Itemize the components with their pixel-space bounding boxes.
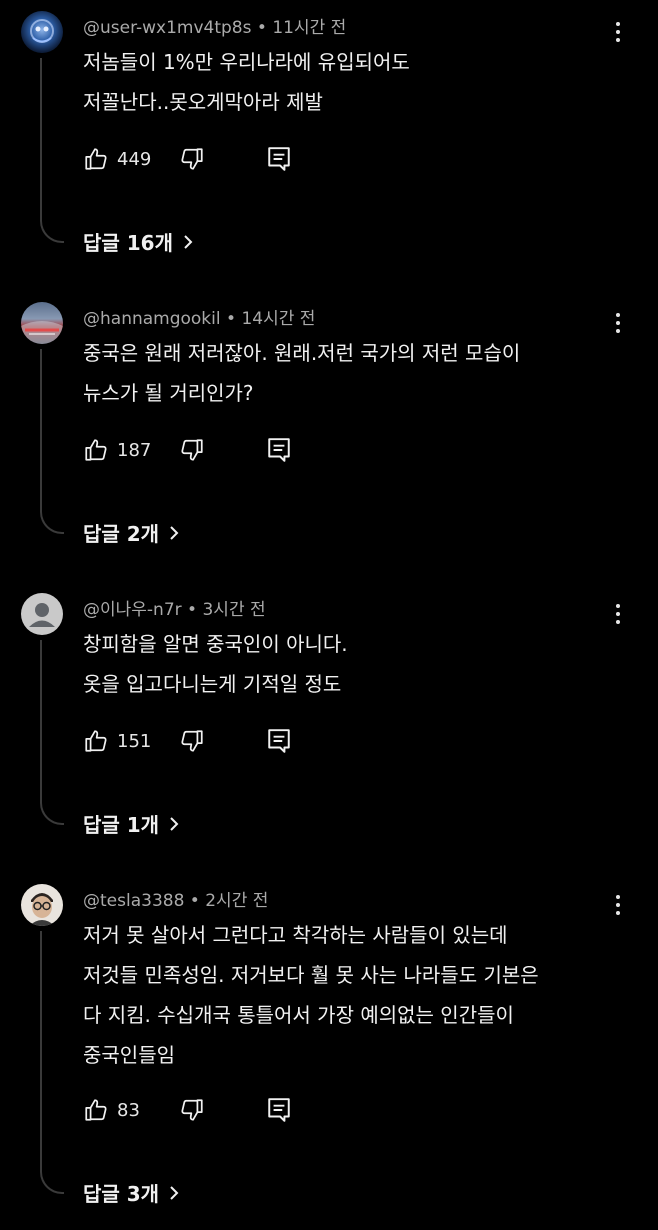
chevron-right-icon xyxy=(184,234,193,249)
separator: • xyxy=(184,891,206,911)
view-replies-button[interactable]: 답글 3개 xyxy=(83,1178,179,1207)
like-button[interactable]: 449 xyxy=(83,144,151,174)
like-button[interactable]: 83 xyxy=(83,1095,140,1125)
thumbs-down-icon xyxy=(181,148,203,170)
chevron-right-icon xyxy=(170,816,179,831)
thumbs-down-icon xyxy=(181,730,203,752)
comment-time: 11시간 전 xyxy=(272,18,347,38)
avatar[interactable] xyxy=(21,11,63,53)
comment-meta: @tesla3388 • 2시간 전 xyxy=(83,886,268,911)
blue-orb-avatar-icon xyxy=(30,19,54,43)
comment-time: 2시간 전 xyxy=(205,891,269,911)
comment-actions: 151 xyxy=(83,726,333,756)
reply-comment-icon xyxy=(268,1098,290,1122)
comment-text: 창피함을 알면 중국인이 아니다. 옷을 입고다니는게 기적일 정도 xyxy=(83,632,348,696)
thumbs-up-icon xyxy=(85,730,107,752)
like-count: 187 xyxy=(117,439,152,461)
comment-meta: @user-wx1mv4tp8s • 11시간 전 xyxy=(83,13,346,38)
view-replies-button[interactable]: 답글 16개 xyxy=(83,227,193,256)
separator: • xyxy=(220,309,242,329)
comment-text: 저거 못 살아서 그런다고 착각하는 사람들이 있는데 저것들 민족성임. 저거… xyxy=(83,923,539,1067)
reply-comment-icon xyxy=(268,438,290,462)
avatar[interactable] xyxy=(21,593,63,635)
comment-author[interactable]: @tesla3388 xyxy=(83,891,184,911)
reply-button[interactable] xyxy=(267,726,291,756)
thread-line xyxy=(40,349,64,534)
comment-text: 중국은 원래 저러잖아. 원래.저런 국가의 저런 모습이 뉴스가 될 거리인가… xyxy=(83,341,521,405)
dislike-button[interactable] xyxy=(179,726,205,756)
reply-button[interactable] xyxy=(267,1095,291,1125)
like-button[interactable]: 187 xyxy=(83,435,151,465)
replies-label: 답글 2개 xyxy=(83,522,160,546)
dislike-button[interactable] xyxy=(179,435,205,465)
comment-1: @user-wx1mv4tp8s • 11시간 전 저놈들이 1%만 우리나라에… xyxy=(0,0,658,291)
thread-line xyxy=(40,640,64,825)
comment-author[interactable]: @이나우-n7r xyxy=(83,600,182,620)
comment-actions: 83 xyxy=(83,1095,333,1125)
comment-actions: 187 xyxy=(83,435,333,465)
default-person-avatar-icon xyxy=(29,603,55,627)
thumbs-up-icon xyxy=(85,148,107,170)
view-replies-button[interactable]: 답글 2개 xyxy=(83,518,179,547)
comment-meta: @hannamgookil • 14시간 전 xyxy=(83,304,315,329)
more-options-button[interactable] xyxy=(606,308,630,338)
replies-label: 답글 16개 xyxy=(83,231,173,255)
separator: • xyxy=(251,18,273,38)
chevron-right-icon xyxy=(170,1185,179,1200)
like-button[interactable]: 151 xyxy=(83,726,151,756)
reply-button[interactable] xyxy=(267,144,291,174)
replies-label: 답글 1개 xyxy=(83,813,160,837)
more-options-button[interactable] xyxy=(606,890,630,920)
comment-text: 저놈들이 1%만 우리나라에 유입되어도 저꼴난다..못오게막아라 제발 xyxy=(83,50,410,114)
more-options-button[interactable] xyxy=(606,599,630,629)
like-count: 449 xyxy=(117,148,152,170)
replies-label: 답글 3개 xyxy=(83,1182,160,1206)
comment-time: 14시간 전 xyxy=(241,309,316,329)
reply-comment-icon xyxy=(268,147,290,171)
separator: • xyxy=(181,600,203,620)
avatar[interactable] xyxy=(21,302,63,344)
thread-line xyxy=(40,58,64,243)
comment-author[interactable]: @hannamgookil xyxy=(83,309,221,329)
comment-2: @hannamgookil • 14시간 전 중국은 원래 저러잖아. 원래.저… xyxy=(0,291,658,582)
glasses-person-avatar-icon xyxy=(29,893,55,926)
comment-meta: @이나우-n7r • 3시간 전 xyxy=(83,595,266,620)
dislike-button[interactable] xyxy=(179,1095,205,1125)
thumbs-up-icon xyxy=(85,439,107,461)
reply-comment-icon xyxy=(268,729,290,753)
view-replies-button[interactable]: 답글 1개 xyxy=(83,809,179,838)
like-count: 151 xyxy=(117,730,152,752)
thumbs-down-icon xyxy=(181,1099,203,1121)
chevron-right-icon xyxy=(170,525,179,540)
thumbs-up-icon xyxy=(85,1099,107,1121)
stadium-photo-avatar-icon xyxy=(21,321,63,344)
more-options-button[interactable] xyxy=(606,17,630,47)
comment-time: 3시간 전 xyxy=(202,600,266,620)
dislike-button[interactable] xyxy=(179,144,205,174)
thumbs-down-icon xyxy=(181,439,203,461)
avatar[interactable] xyxy=(21,884,63,926)
comment-actions: 449 xyxy=(83,144,333,174)
like-count: 83 xyxy=(117,1099,140,1121)
comment-author[interactable]: @user-wx1mv4tp8s xyxy=(83,18,251,38)
comment-4: @tesla3388 • 2시간 전 저거 못 살아서 그런다고 착각하는 사람… xyxy=(0,873,658,1230)
reply-button[interactable] xyxy=(267,435,291,465)
thread-line xyxy=(40,931,64,1194)
comment-3: @이나우-n7r • 3시간 전 창피함을 알면 중국인이 아니다. 옷을 입고… xyxy=(0,582,658,873)
